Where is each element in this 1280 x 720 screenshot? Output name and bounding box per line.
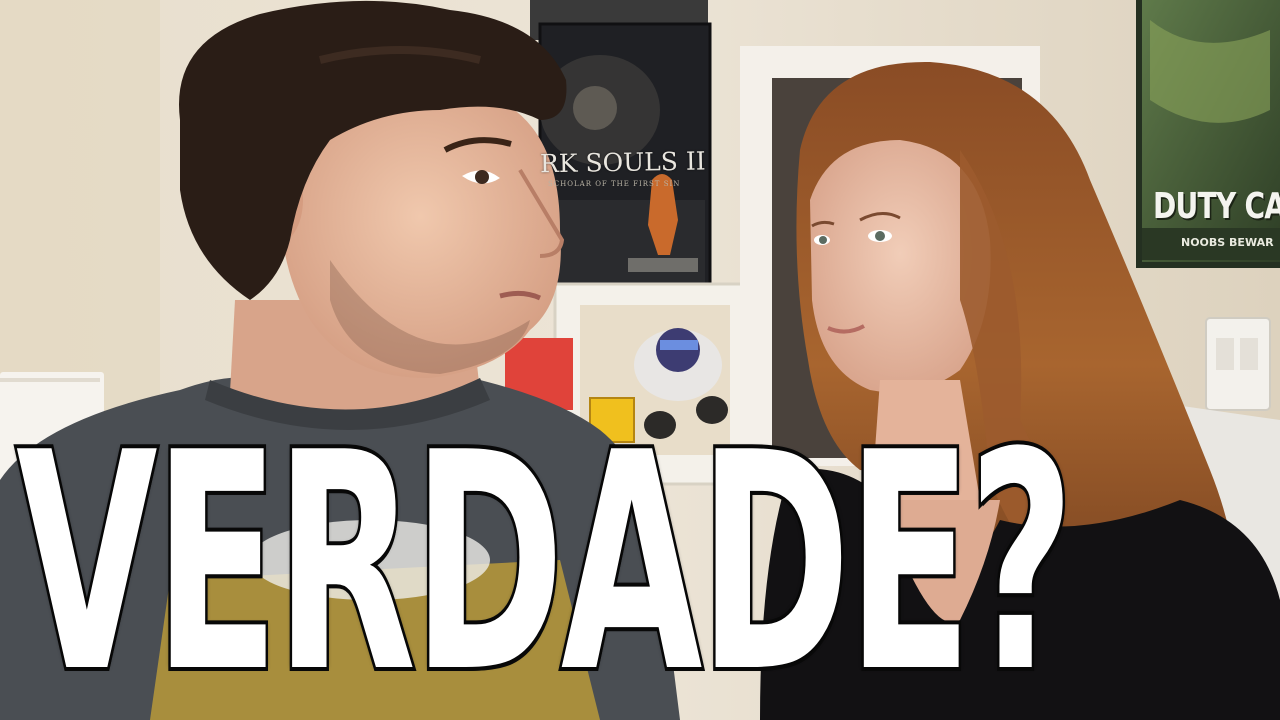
thumbnail-caption: VERDADE? — [14, 389, 1077, 720]
duty-calls-poster-title: DUTY CAL — [1153, 186, 1280, 227]
dark-souls-poster-subtitle: SCHOLAR OF THE FIRST SIN — [548, 180, 681, 188]
light-switch — [1205, 317, 1271, 411]
duty-calls-poster-subtitle: NOOBS BEWAR — [1181, 236, 1274, 249]
dark-souls-poster-title: RK SOULS II — [539, 146, 706, 179]
video-thumbnail: RK SOULS II SCHOLAR OF THE FIRST SIN DUT… — [0, 0, 1280, 720]
